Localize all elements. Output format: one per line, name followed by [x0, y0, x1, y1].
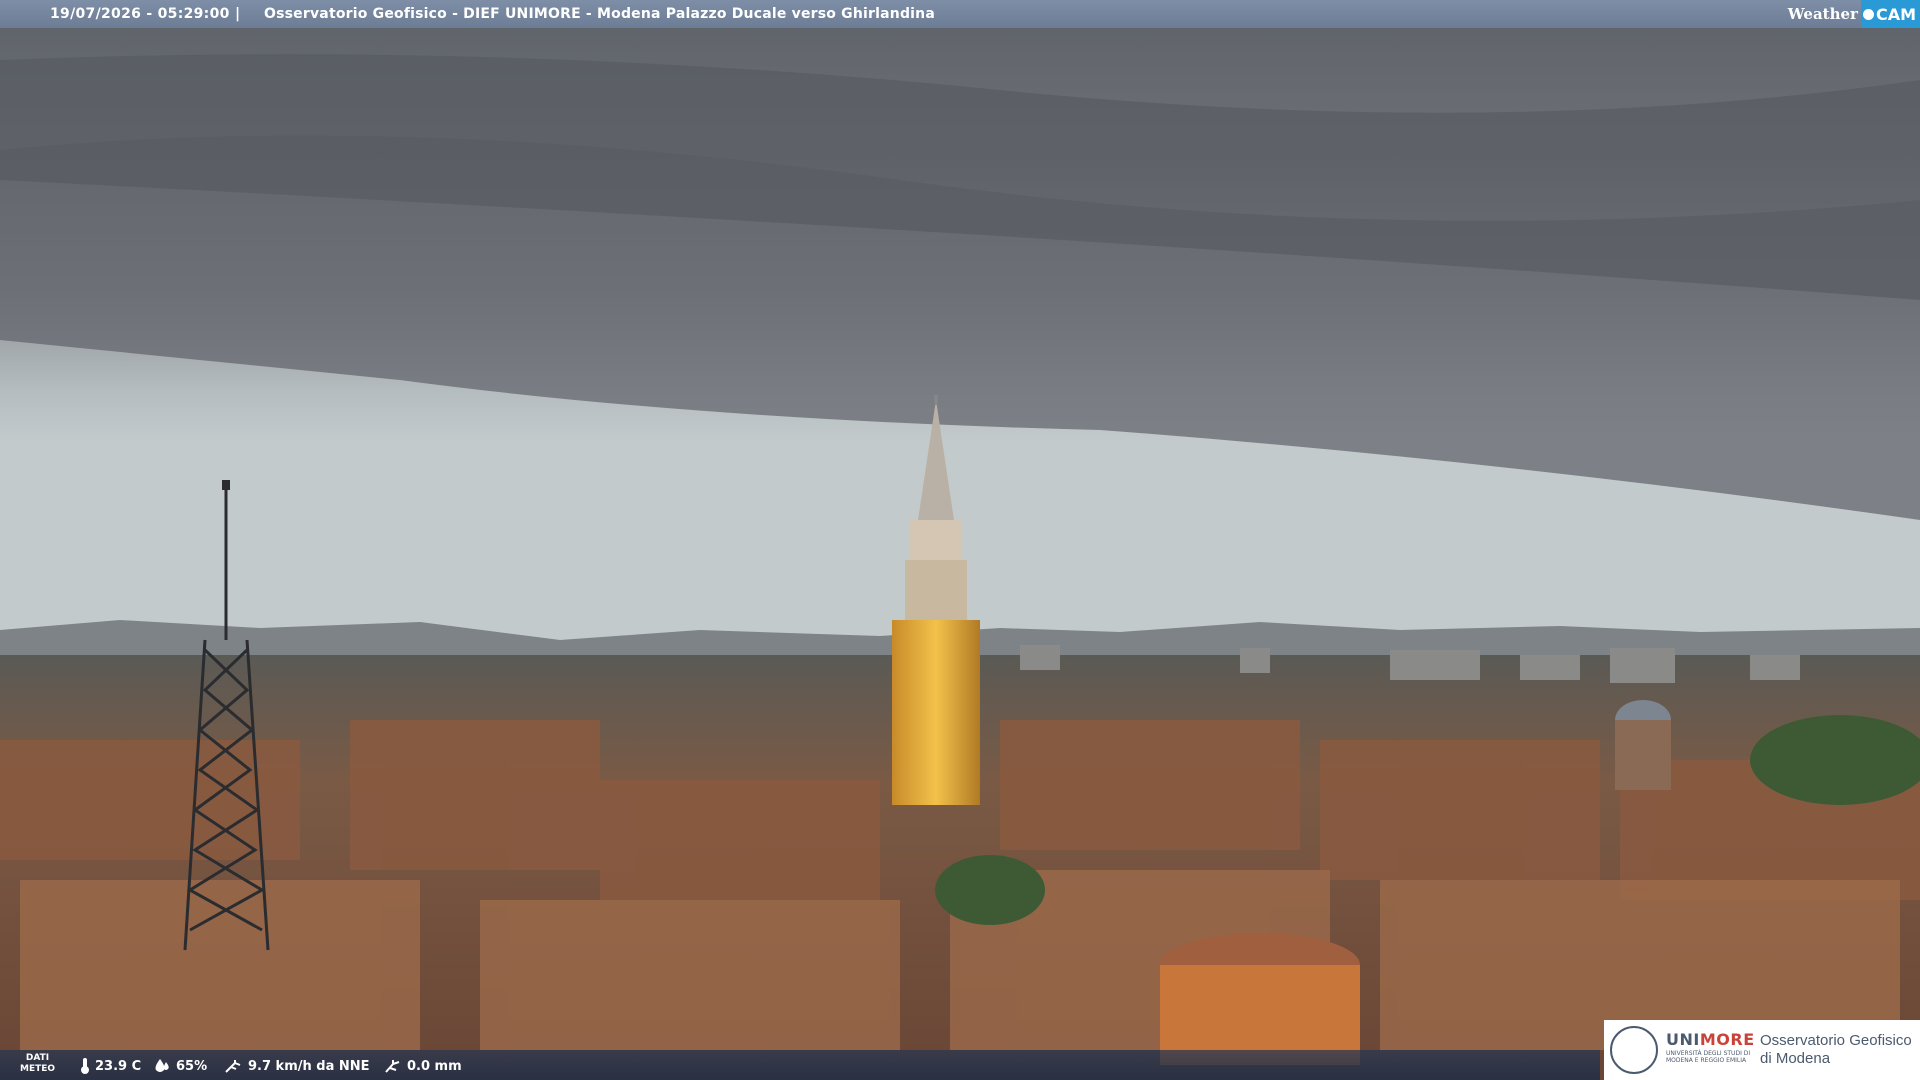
- rain-icon: [385, 1060, 400, 1073]
- university-seal-icon: [1610, 1026, 1658, 1074]
- temperature-item: 23.9 C: [80, 1058, 141, 1074]
- webcam-image: [0, 0, 1920, 1080]
- weather-data-label-line1: DATI: [25, 1053, 50, 1063]
- temperature-value: 23.9 C: [95, 1058, 142, 1074]
- weather-logo-text: Weather: [1787, 5, 1858, 23]
- webcam-frame: 19/07/2026 - 05:29:00 | Osservatorio Geo…: [0, 0, 1920, 1080]
- humidity-item: 65%: [153, 1058, 207, 1074]
- wind-item: 9.7 km/h da NNE: [225, 1058, 370, 1074]
- wind-value: 9.7 km/h da NNE: [248, 1058, 370, 1074]
- camera-title: Osservatorio Geofisico - DIEF UNIMORE - …: [264, 6, 935, 22]
- unimore-logo-panel: UNIMORE UNIVERSITÀ DEGLI STUDI DI MODENA…: [1604, 1020, 1920, 1080]
- unimore-logo-uni: UNI: [1666, 1030, 1700, 1049]
- humidity-value: 65%: [176, 1058, 208, 1074]
- top-info-bar: 19/07/2026 - 05:29:00 | Osservatorio Geo…: [0, 0, 1920, 28]
- observatory-name: Osservatorio Geofisico di Modena: [1760, 1032, 1912, 1068]
- weather-data-label: DATI METEO: [20, 1053, 55, 1075]
- cam-logo-badge: CAM: [1860, 0, 1920, 28]
- unimore-logo-more: MORE: [1699, 1030, 1755, 1049]
- rain-item: 0.0 mm: [384, 1058, 462, 1074]
- thermometer-icon: [81, 1058, 89, 1074]
- observatory-name-line1: Osservatorio Geofisico: [1760, 1032, 1912, 1049]
- wind-icon: [225, 1060, 241, 1073]
- humidity-icon: [155, 1059, 169, 1072]
- timestamp: 19/07/2026 - 05:29:00: [50, 6, 230, 22]
- weather-data-bar: DATI METEO 23.9 C 65% 9.7 km/h da NNE 0.…: [0, 1050, 1600, 1080]
- weather-data-label-line2: METEO: [20, 1064, 56, 1074]
- cam-dot-icon: [1862, 8, 1874, 20]
- rain-value: 0.0 mm: [407, 1058, 462, 1074]
- separator: |: [235, 6, 241, 22]
- observatory-name-line2: di Modena: [1760, 1050, 1831, 1067]
- cam-logo-text: CAM: [1875, 4, 1916, 24]
- weathercam-logo: Weather CAM: [1788, 0, 1920, 28]
- university-subtitle: UNIVERSITÀ DEGLI STUDI DI MODENA E REGGI…: [1666, 1050, 1751, 1064]
- unimore-logo-text: UNIMORE: [1666, 1030, 1755, 1049]
